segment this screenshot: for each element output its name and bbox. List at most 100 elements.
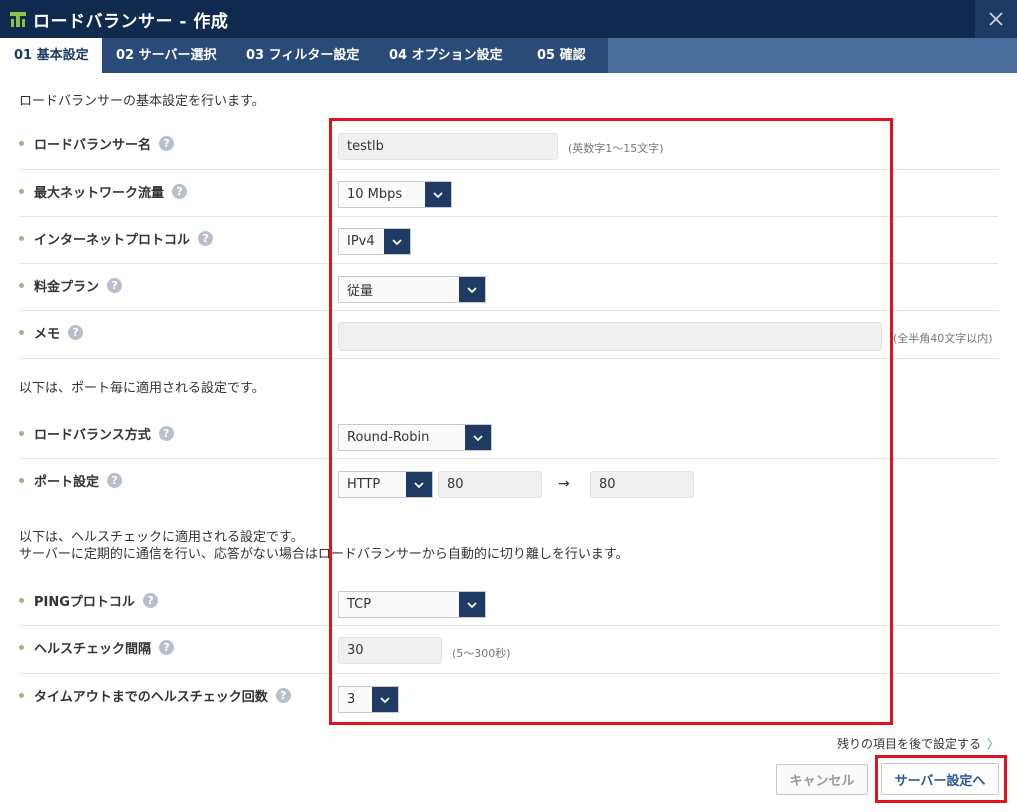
cancel-button[interactable]: キャンセル [776, 764, 868, 795]
dropdown-button[interactable] [459, 592, 485, 617]
bullet-dot [19, 236, 24, 241]
close-button[interactable] [975, 0, 1017, 38]
port-protocol-select[interactable]: HTTP [338, 471, 433, 498]
bullet-dot [19, 598, 24, 603]
chevron-down-icon [473, 434, 483, 441]
tab-basic-settings[interactable]: 01 基本設定 [0, 38, 102, 73]
bullet-dot [19, 330, 24, 335]
ping-select[interactable]: TCP [338, 591, 486, 618]
chevron-down-icon [433, 191, 443, 198]
tab-server-select[interactable]: 02 サーバー選択 [102, 38, 232, 73]
intro-text: ロードバランサーの基本設定を行います。 [19, 94, 265, 109]
ping-label: PINGプロトコル [34, 595, 135, 610]
lb-method-value: Round-Robin [347, 430, 430, 445]
dropdown-button[interactable] [406, 472, 432, 497]
help-icon[interactable]: ? [275, 688, 291, 703]
tab-strip: 02 サーバー選択 03 フィルター設定 04 オプション設定 05 確認 [102, 38, 608, 73]
chevron-down-icon [380, 696, 390, 703]
help-icon[interactable]: ? [142, 593, 158, 608]
lb-name-input[interactable]: testlb [338, 133, 558, 160]
interval-label: ヘルスチェック間隔 [34, 642, 152, 657]
lb-method-select[interactable]: Round-Robin [338, 424, 492, 451]
help-icon[interactable]: ? [68, 325, 84, 340]
help-icon[interactable]: ? [159, 640, 175, 655]
interval-input[interactable]: 30 [338, 637, 442, 664]
memo-label: メモ [34, 327, 61, 342]
row-ping: PINGプロトコル ? [19, 579, 998, 626]
port-label: ポート設定 [34, 475, 100, 490]
tab-filter-settings[interactable]: 03 フィルター設定 [232, 38, 375, 73]
bandwidth-label: 最大ネットワーク流量 [34, 186, 165, 201]
help-icon[interactable]: ? [198, 231, 214, 246]
help-icon[interactable]: ? [159, 136, 175, 151]
field-label: 最大ネットワーク流量 ? [19, 182, 188, 201]
row-protocol: インターネットプロトコル ? [19, 217, 998, 264]
field-label: インターネットプロトコル ? [19, 229, 214, 248]
chevron-down-icon [467, 286, 477, 293]
row-plan: 料金プラン ? [19, 264, 998, 311]
help-icon[interactable]: ? [172, 184, 188, 199]
port-from-input[interactable]: 80 [438, 471, 542, 498]
ping-value: TCP [347, 597, 372, 612]
chevron-right-icon: 〉 [986, 737, 999, 751]
health-text-line2: サーバーに定期的に通信を行い、応答がない場合はロードバランサーから自動的に切り離… [19, 547, 629, 562]
protocol-select[interactable]: IPv4 [338, 228, 411, 255]
row-lb-method: ロードバランス方式 ? [19, 412, 998, 459]
health-section-text: 以下は、ヘルスチェックに適用される設定です。 サーバーに定期的に通信を行い、応答… [19, 529, 629, 563]
row-bandwidth: 最大ネットワーク流量 ? [19, 170, 998, 217]
help-icon[interactable]: ? [158, 426, 174, 441]
bullet-dot [19, 478, 24, 483]
set-later-link[interactable]: 残りの項目を後で設定する 〉 [837, 735, 999, 752]
protocol-label: インターネットプロトコル [34, 233, 191, 248]
field-label: ロードバランス方式 ? [19, 424, 174, 443]
bullet-dot [19, 645, 24, 650]
field-label: メモ ? [19, 323, 84, 342]
bandwidth-value: 10 Mbps [347, 187, 403, 202]
tab-bar-fill [608, 38, 1017, 73]
port-protocol-value: HTTP [347, 477, 381, 492]
field-label: タイムアウトまでのヘルスチェック回数 ? [19, 686, 291, 705]
app-logo-icon [10, 11, 26, 27]
dropdown-button[interactable] [372, 687, 398, 712]
bandwidth-select[interactable]: 10 Mbps [338, 181, 452, 208]
close-icon [989, 12, 1003, 26]
chevron-down-icon [467, 601, 477, 608]
count-select[interactable]: 3 [338, 686, 399, 713]
set-later-text: 残りの項目を後で設定する [836, 737, 981, 751]
dropdown-button[interactable] [465, 425, 491, 450]
field-label: ポート設定 ? [19, 471, 123, 490]
field-label: ロードバランサー名 ? [19, 134, 175, 153]
step-tabs: 01 基本設定 02 サーバー選択 03 フィルター設定 04 オプション設定 … [0, 38, 1017, 73]
interval-hint: (5～300秒) [452, 647, 511, 660]
chevron-down-icon [392, 238, 402, 245]
port-to-input[interactable]: 80 [590, 471, 694, 498]
count-value: 3 [347, 692, 356, 707]
port-arrow: → [558, 476, 570, 492]
bullet-dot [19, 141, 24, 146]
bullet-dot [19, 283, 24, 288]
tab-confirm[interactable]: 05 確認 [523, 38, 608, 73]
tab-option-settings[interactable]: 04 オプション設定 [375, 38, 523, 73]
chevron-down-icon [414, 481, 424, 488]
count-label: タイムアウトまでのヘルスチェック回数 [34, 690, 268, 705]
help-icon[interactable]: ? [107, 473, 123, 488]
lb-method-label: ロードバランス方式 [34, 428, 151, 443]
row-count: タイムアウトまでのヘルスチェック回数 ? [19, 674, 998, 722]
field-label: PINGプロトコル ? [19, 591, 158, 610]
plan-select[interactable]: 従量 [338, 276, 486, 303]
memo-hint: (全半角40文字以内) [893, 332, 993, 345]
bullet-dot [19, 693, 24, 698]
health-text-line1: 以下は、ヘルスチェックに適用される設定です。 [19, 530, 304, 545]
memo-input[interactable] [338, 322, 882, 351]
title-bar: ロードバランサー - 作成 [0, 0, 1017, 38]
dropdown-button[interactable] [425, 182, 451, 207]
field-label: 料金プラン ? [19, 276, 123, 295]
bullet-dot [19, 189, 24, 194]
help-icon[interactable]: ? [107, 278, 123, 293]
dropdown-button[interactable] [459, 277, 485, 302]
plan-value: 従量 [347, 284, 374, 299]
next-server-settings-button[interactable]: サーバー設定へ [881, 763, 999, 795]
port-section-text: 以下は、ポート毎に適用される設定です。 [19, 381, 265, 396]
field-label: ヘルスチェック間隔 ? [19, 638, 175, 657]
dropdown-button[interactable] [384, 229, 410, 254]
